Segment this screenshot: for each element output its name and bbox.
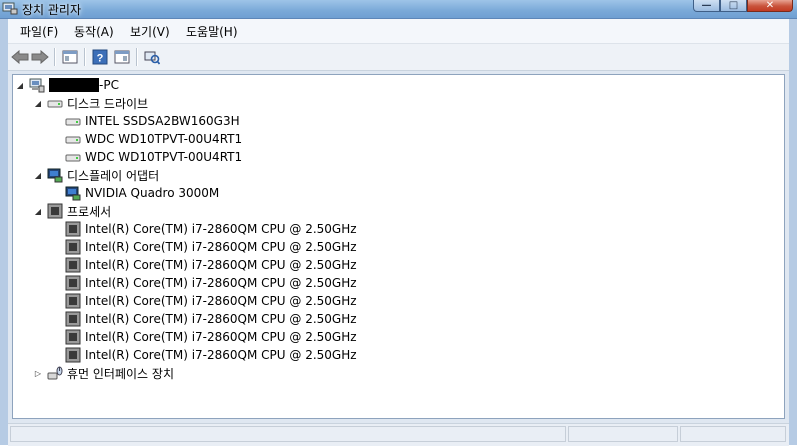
disk-drive-icon [47,95,63,111]
device-manager-icon [2,2,18,15]
toolbar-separator [84,48,86,66]
toolbar-separator [136,48,138,66]
tree-item-processor[interactable]: Intel(R) Core(TM) i7-2860QM CPU @ 2.50GH… [51,220,357,238]
maximize-icon: □ [728,0,739,11]
device-label: Intel(R) Core(TM) i7-2860QM CPU @ 2.50GH… [85,258,357,272]
processor-icon [65,329,81,345]
minimize-button[interactable]: — [693,0,720,12]
collapse-arrow-icon[interactable]: ◢ [33,171,43,180]
tree-item-disk[interactable]: WDC WD10TPVT-00U4RT1 [51,148,242,166]
forward-button[interactable] [30,47,50,67]
tree-item-processor[interactable]: Intel(R) Core(TM) i7-2860QM CPU @ 2.50GH… [51,292,357,310]
menu-bar: 파일(F) 동작(A) 보기(V) 도움말(H) [8,19,789,44]
group-label: 디스플레이 어댑터 [67,168,160,183]
tree-group-display-adapters[interactable]: ◢ 디스플레이 어댑터 [33,166,159,184]
display-adapter-icon [65,185,81,201]
collapse-arrow-icon[interactable]: ◢ [33,207,43,216]
device-label: WDC WD10TPVT-00U4RT1 [85,132,243,146]
menu-action[interactable]: 동작(A) [74,23,114,40]
close-icon: ✕ [765,0,775,11]
view-icon [114,50,130,64]
help-button[interactable]: ? [90,47,110,67]
collapse-arrow-icon[interactable]: ◢ [33,99,43,108]
processor-icon [47,203,63,219]
tree-group-human-interface-devices[interactable]: ▷ 휴먼 인터페이스 장치 [33,364,174,382]
tree-item-processor[interactable]: Intel(R) Core(TM) i7-2860QM CPU @ 2.50GH… [51,256,357,274]
back-button[interactable] [10,47,30,67]
properties-button[interactable] [60,47,80,67]
device-label: Intel(R) Core(TM) i7-2860QM CPU @ 2.50GH… [85,222,357,236]
disk-drive-icon [65,131,81,147]
view-button[interactable] [112,47,132,67]
device-label: WDC WD10TPVT-00U4RT1 [85,150,243,164]
close-button[interactable]: ✕ [747,0,793,12]
scan-hardware-button[interactable] [142,47,162,67]
expand-arrow-icon[interactable]: ▷ [33,369,43,378]
tree-root-computer[interactable]: ◢ -PC [15,76,119,94]
back-icon [11,50,29,64]
status-segment [568,426,678,442]
group-label: 휴먼 인터페이스 장치 [67,366,174,381]
device-label: Intel(R) Core(TM) i7-2860QM CPU @ 2.50GH… [85,276,357,290]
processor-icon [65,221,81,237]
tree-item-processor[interactable]: Intel(R) Core(TM) i7-2860QM CPU @ 2.50GH… [51,238,357,256]
display-adapter-icon [47,167,63,183]
tree-item-disk[interactable]: WDC WD10TPVT-00U4RT1 [51,130,242,148]
hid-icon [47,365,63,381]
status-segment [680,426,786,442]
device-label: Intel(R) Core(TM) i7-2860QM CPU @ 2.50GH… [85,240,357,254]
scan-hardware-icon [144,51,160,65]
device-label: INTEL SSDSA2BW160G3H [85,114,240,128]
minimize-icon: — [701,0,712,11]
toolbar: ? [8,44,789,71]
redacted-name [49,78,99,93]
processor-icon [65,275,81,291]
menu-view[interactable]: 보기(V) [130,23,170,40]
properties-icon [62,50,78,64]
tree-item-processor[interactable]: Intel(R) Core(TM) i7-2860QM CPU @ 2.50GH… [51,274,357,292]
processor-icon [65,257,81,273]
group-label: 프로세서 [67,204,112,219]
menu-help[interactable]: 도움말(H) [186,23,238,40]
processor-icon [65,239,81,255]
processor-icon [65,311,81,327]
tree-item-processor[interactable]: Intel(R) Core(TM) i7-2860QM CPU @ 2.50GH… [51,328,357,346]
svg-text:?: ? [97,53,104,65]
status-segment [10,426,566,442]
device-label: Intel(R) Core(TM) i7-2860QM CPU @ 2.50GH… [85,348,357,362]
disk-drive-icon [65,149,81,165]
tree-group-disk-drives[interactable]: ◢ 디스크 드라이브 [33,94,148,112]
status-bar [8,423,789,446]
window-body: 파일(F) 동작(A) 보기(V) 도움말(H) ? ◢ -PC ◢ 디스크 드… [0,19,797,446]
caption-buttons: — □ ✕ [693,0,793,14]
computer-icon [29,77,45,93]
tree-group-processors[interactable]: ◢ 프로세서 [33,202,111,220]
toolbar-separator [54,48,56,66]
device-label: NVIDIA Quadro 3000M [85,186,220,200]
tree-item-processor[interactable]: Intel(R) Core(TM) i7-2860QM CPU @ 2.50GH… [51,310,357,328]
help-icon: ? [92,49,108,65]
device-label: Intel(R) Core(TM) i7-2860QM CPU @ 2.50GH… [85,294,357,308]
collapse-arrow-icon[interactable]: ◢ [15,81,25,90]
processor-icon [65,293,81,309]
tree-item-processor[interactable]: Intel(R) Core(TM) i7-2860QM CPU @ 2.50GH… [51,346,357,364]
forward-icon [31,50,49,64]
group-label: 디스크 드라이브 [67,96,149,111]
window-title: 장치 관리자 [22,3,82,17]
computer-name-suffix: -PC [99,77,119,92]
computer-name: -PC [49,78,119,93]
device-label: Intel(R) Core(TM) i7-2860QM CPU @ 2.50GH… [85,330,357,344]
menu-file[interactable]: 파일(F) [20,23,58,40]
title-bar[interactable]: 장치 관리자 — □ ✕ [0,0,797,19]
tree-item-display[interactable]: NVIDIA Quadro 3000M [51,184,219,202]
disk-drive-icon [65,113,81,129]
device-label: Intel(R) Core(TM) i7-2860QM CPU @ 2.50GH… [85,312,357,326]
maximize-button[interactable]: □ [720,0,747,12]
processor-icon [65,347,81,363]
tree-item-disk[interactable]: INTEL SSDSA2BW160G3H [51,112,240,130]
device-tree[interactable]: ◢ -PC ◢ 디스크 드라이브 INTEL SSDSA2BW160G3H WD… [12,74,785,419]
